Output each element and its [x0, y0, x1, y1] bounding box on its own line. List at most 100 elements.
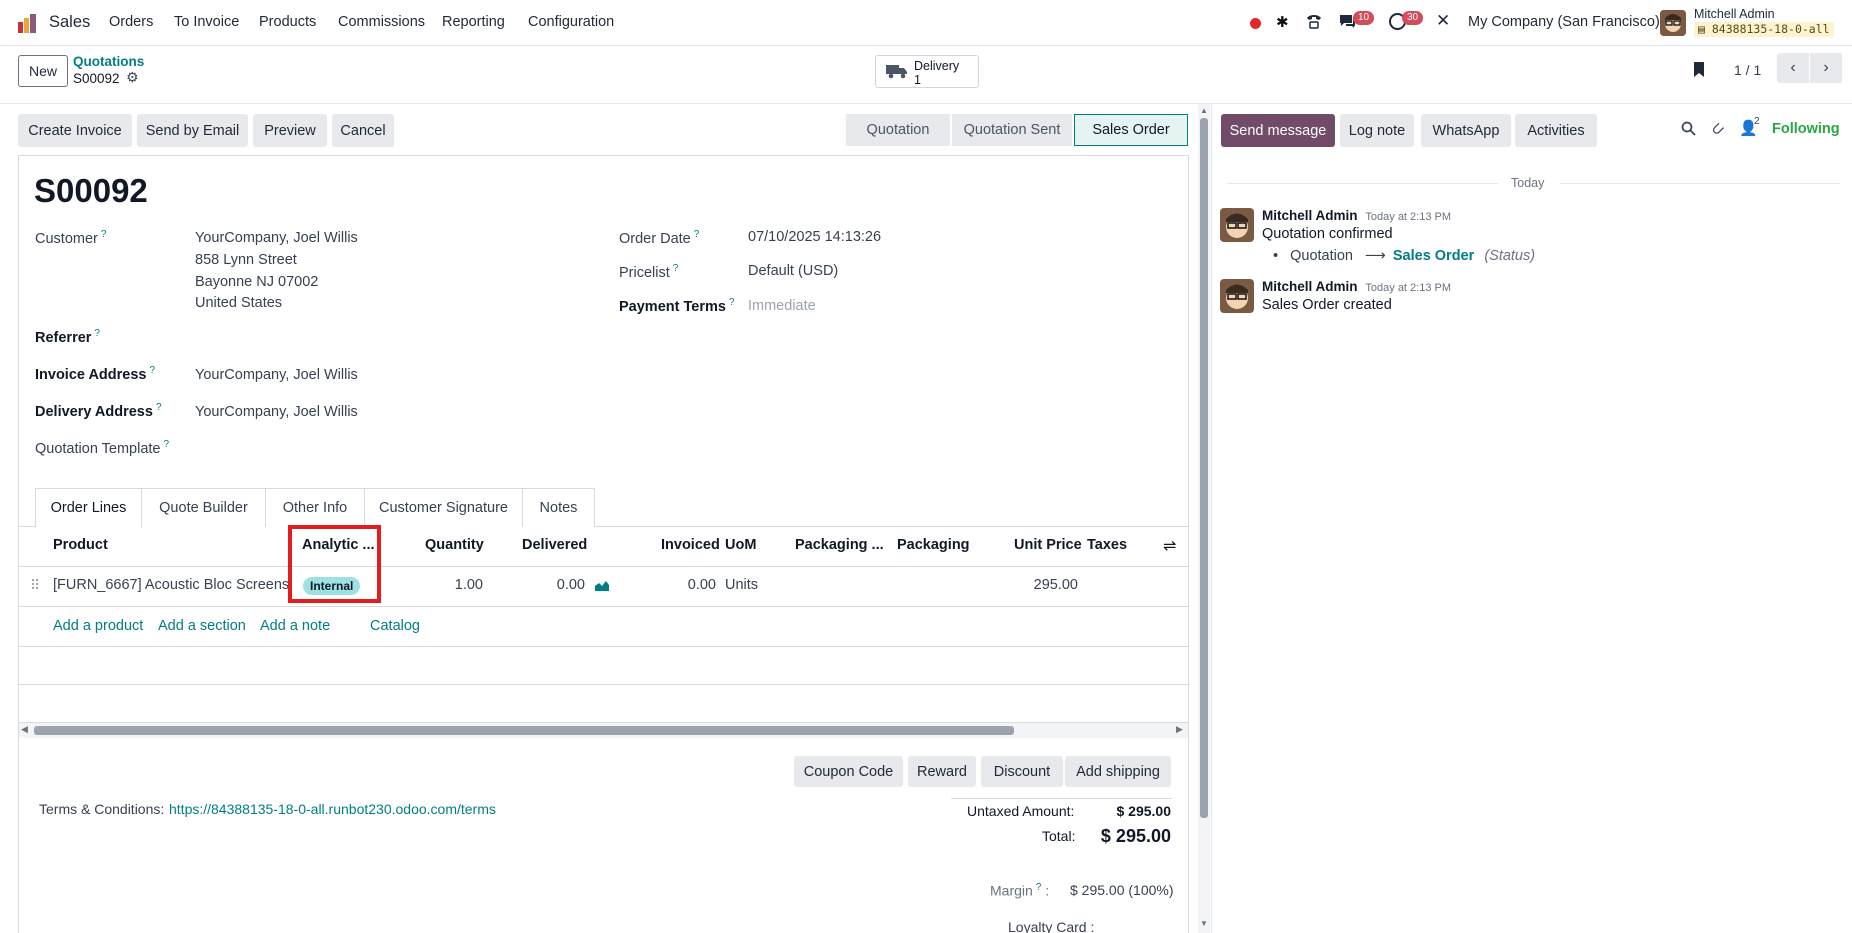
tools-icon[interactable]: ✕	[1436, 11, 1450, 31]
send-by-email-button[interactable]: Send by Email	[137, 114, 248, 147]
preview-button[interactable]: Preview	[253, 114, 327, 147]
order-date-value[interactable]: 07/10/2025 14:13:26	[748, 229, 881, 245]
col-product[interactable]: Product	[53, 537, 108, 553]
scroll-down-icon[interactable]: ▼	[1200, 919, 1208, 928]
pager-next-icon[interactable]: ›	[1810, 53, 1842, 83]
help-icon[interactable]: ?	[94, 328, 100, 339]
user-name[interactable]: Mitchell Admin	[1694, 7, 1775, 21]
help-icon[interactable]: ?	[149, 365, 155, 376]
message-author[interactable]: Mitchell Admin	[1262, 208, 1358, 223]
customer-label: Customer?	[35, 229, 107, 247]
menu-orders[interactable]: Orders	[109, 14, 153, 30]
col-packaging[interactable]: Packaging	[897, 537, 970, 553]
delivery-address-value[interactable]: YourCompany, Joel Willis	[195, 404, 358, 420]
row-invoiced[interactable]: 0.00	[680, 577, 716, 593]
log-note-button[interactable]: Log note	[1340, 114, 1414, 147]
delivery-smart-button[interactable]: Delivery 1	[875, 55, 979, 88]
forecast-chart-icon[interactable]	[594, 578, 610, 595]
record-dot-icon[interactable]	[1250, 18, 1261, 29]
followers-count[interactable]: 2	[1754, 116, 1760, 127]
user-avatar[interactable]	[1660, 10, 1686, 36]
pager-value[interactable]: 1 / 1	[1734, 62, 1761, 78]
tab-other-info[interactable]: Other Info	[266, 488, 365, 527]
phone-icon[interactable]	[1305, 12, 1323, 33]
horizontal-scroll-thumb[interactable]	[34, 726, 1014, 735]
terms-label: Terms & Conditions:	[39, 801, 165, 817]
row-unit-price[interactable]: 295.00	[1030, 577, 1078, 593]
menu-to-invoice[interactable]: To Invoice	[174, 14, 239, 30]
col-quantity[interactable]: Quantity	[425, 537, 484, 553]
help-icon[interactable]: ?	[101, 229, 107, 240]
help-icon[interactable]: ?	[694, 229, 700, 240]
create-invoice-button[interactable]: Create Invoice	[18, 114, 132, 147]
drag-handle-icon[interactable]: ⠿	[30, 577, 40, 594]
app-name[interactable]: Sales	[49, 13, 90, 32]
customer-name[interactable]: YourCompany, Joel Willis	[195, 230, 358, 246]
new-button[interactable]: New	[18, 55, 68, 87]
whatsapp-button[interactable]: WhatsApp	[1421, 114, 1511, 147]
help-icon[interactable]: ?	[1036, 882, 1042, 893]
pricelist-value[interactable]: Default (USD)	[748, 263, 838, 279]
tab-notes[interactable]: Notes	[523, 488, 595, 527]
stage-sales-order[interactable]: Sales Order	[1074, 114, 1188, 146]
add-section-link[interactable]: Add a section	[158, 618, 246, 634]
message-author[interactable]: Mitchell Admin	[1262, 279, 1358, 294]
stage-quotation-sent[interactable]: Quotation Sent	[952, 114, 1072, 146]
vertical-scroll-thumb[interactable]	[1200, 118, 1208, 818]
discount-button[interactable]: Discount	[981, 756, 1063, 787]
add-shipping-button[interactable]: Add shipping	[1065, 756, 1171, 787]
menu-configuration[interactable]: Configuration	[528, 14, 614, 30]
following-toggle[interactable]: Following	[1772, 121, 1840, 137]
help-icon[interactable]: ?	[729, 297, 735, 308]
optional-columns-icon[interactable]: ⇌	[1163, 536, 1176, 556]
col-delivered[interactable]: Delivered	[522, 537, 587, 553]
help-icon[interactable]: ?	[156, 402, 162, 413]
breadcrumb-quotations[interactable]: Quotations	[73, 54, 144, 69]
scroll-right-icon[interactable]: ▶	[1176, 724, 1183, 735]
col-invoiced[interactable]: Invoiced	[661, 537, 720, 553]
tab-quote-builder[interactable]: Quote Builder	[142, 488, 266, 527]
search-icon[interactable]	[1681, 121, 1696, 139]
send-message-button[interactable]: Send message	[1221, 114, 1335, 147]
stage-quotation[interactable]: Quotation	[846, 114, 950, 146]
menu-products[interactable]: Products	[259, 14, 316, 30]
reward-button[interactable]: Reward	[908, 756, 976, 787]
tab-customer-signature[interactable]: Customer Signature	[365, 488, 523, 527]
menu-reporting[interactable]: Reporting	[442, 14, 505, 30]
help-icon[interactable]: ?	[673, 263, 679, 274]
row-quantity[interactable]: 1.00	[440, 577, 483, 593]
customer-address-line1: 858 Lynn Street	[195, 252, 297, 268]
vertical-scrollbar[interactable]: ▲ ▼	[1198, 104, 1210, 933]
coupon-code-button[interactable]: Coupon Code	[794, 756, 903, 787]
col-taxes[interactable]: Taxes	[1087, 537, 1127, 553]
horizontal-scrollbar[interactable]: ◀ ▶	[19, 723, 1188, 738]
help-icon[interactable]: ?	[163, 439, 169, 450]
catalog-link[interactable]: Catalog	[370, 618, 420, 634]
cancel-button[interactable]: Cancel	[332, 114, 394, 147]
gear-icon[interactable]: ⚙	[126, 69, 139, 86]
row-delivered[interactable]: 0.00	[545, 577, 585, 593]
row-product[interactable]: [FURN_6667] Acoustic Bloc Screens...	[53, 577, 288, 593]
bug-icon[interactable]: ✱	[1276, 13, 1289, 31]
add-note-link[interactable]: Add a note	[260, 618, 330, 634]
scroll-up-icon[interactable]: ▲	[1200, 106, 1208, 115]
author-avatar[interactable]	[1220, 279, 1254, 313]
author-avatar[interactable]	[1220, 208, 1254, 242]
sales-app-icon[interactable]	[17, 12, 39, 34]
terms-link[interactable]: https://84388135-18-0-all.runbot230.odoo…	[169, 801, 496, 817]
invoice-address-value[interactable]: YourCompany, Joel Willis	[195, 367, 358, 383]
tab-order-lines[interactable]: Order Lines	[35, 488, 142, 528]
scroll-left-icon[interactable]: ◀	[21, 724, 28, 735]
bookmark-icon[interactable]	[1692, 61, 1706, 81]
col-packaging-qty[interactable]: Packaging ...	[795, 537, 884, 553]
message-body: Quotation confirmed	[1262, 226, 1393, 242]
company-switcher[interactable]: My Company (San Francisco)	[1468, 14, 1660, 30]
menu-commissions[interactable]: Commissions	[338, 14, 425, 30]
pager-prev-icon[interactable]: ‹	[1777, 53, 1809, 83]
add-product-link[interactable]: Add a product	[53, 618, 143, 634]
col-unit-price[interactable]: Unit Price	[1014, 537, 1082, 553]
col-uom[interactable]: UoM	[725, 537, 756, 553]
activities-button[interactable]: Activities	[1515, 114, 1597, 147]
payment-terms-value[interactable]: Immediate	[748, 298, 816, 314]
row-uom[interactable]: Units	[725, 577, 758, 593]
